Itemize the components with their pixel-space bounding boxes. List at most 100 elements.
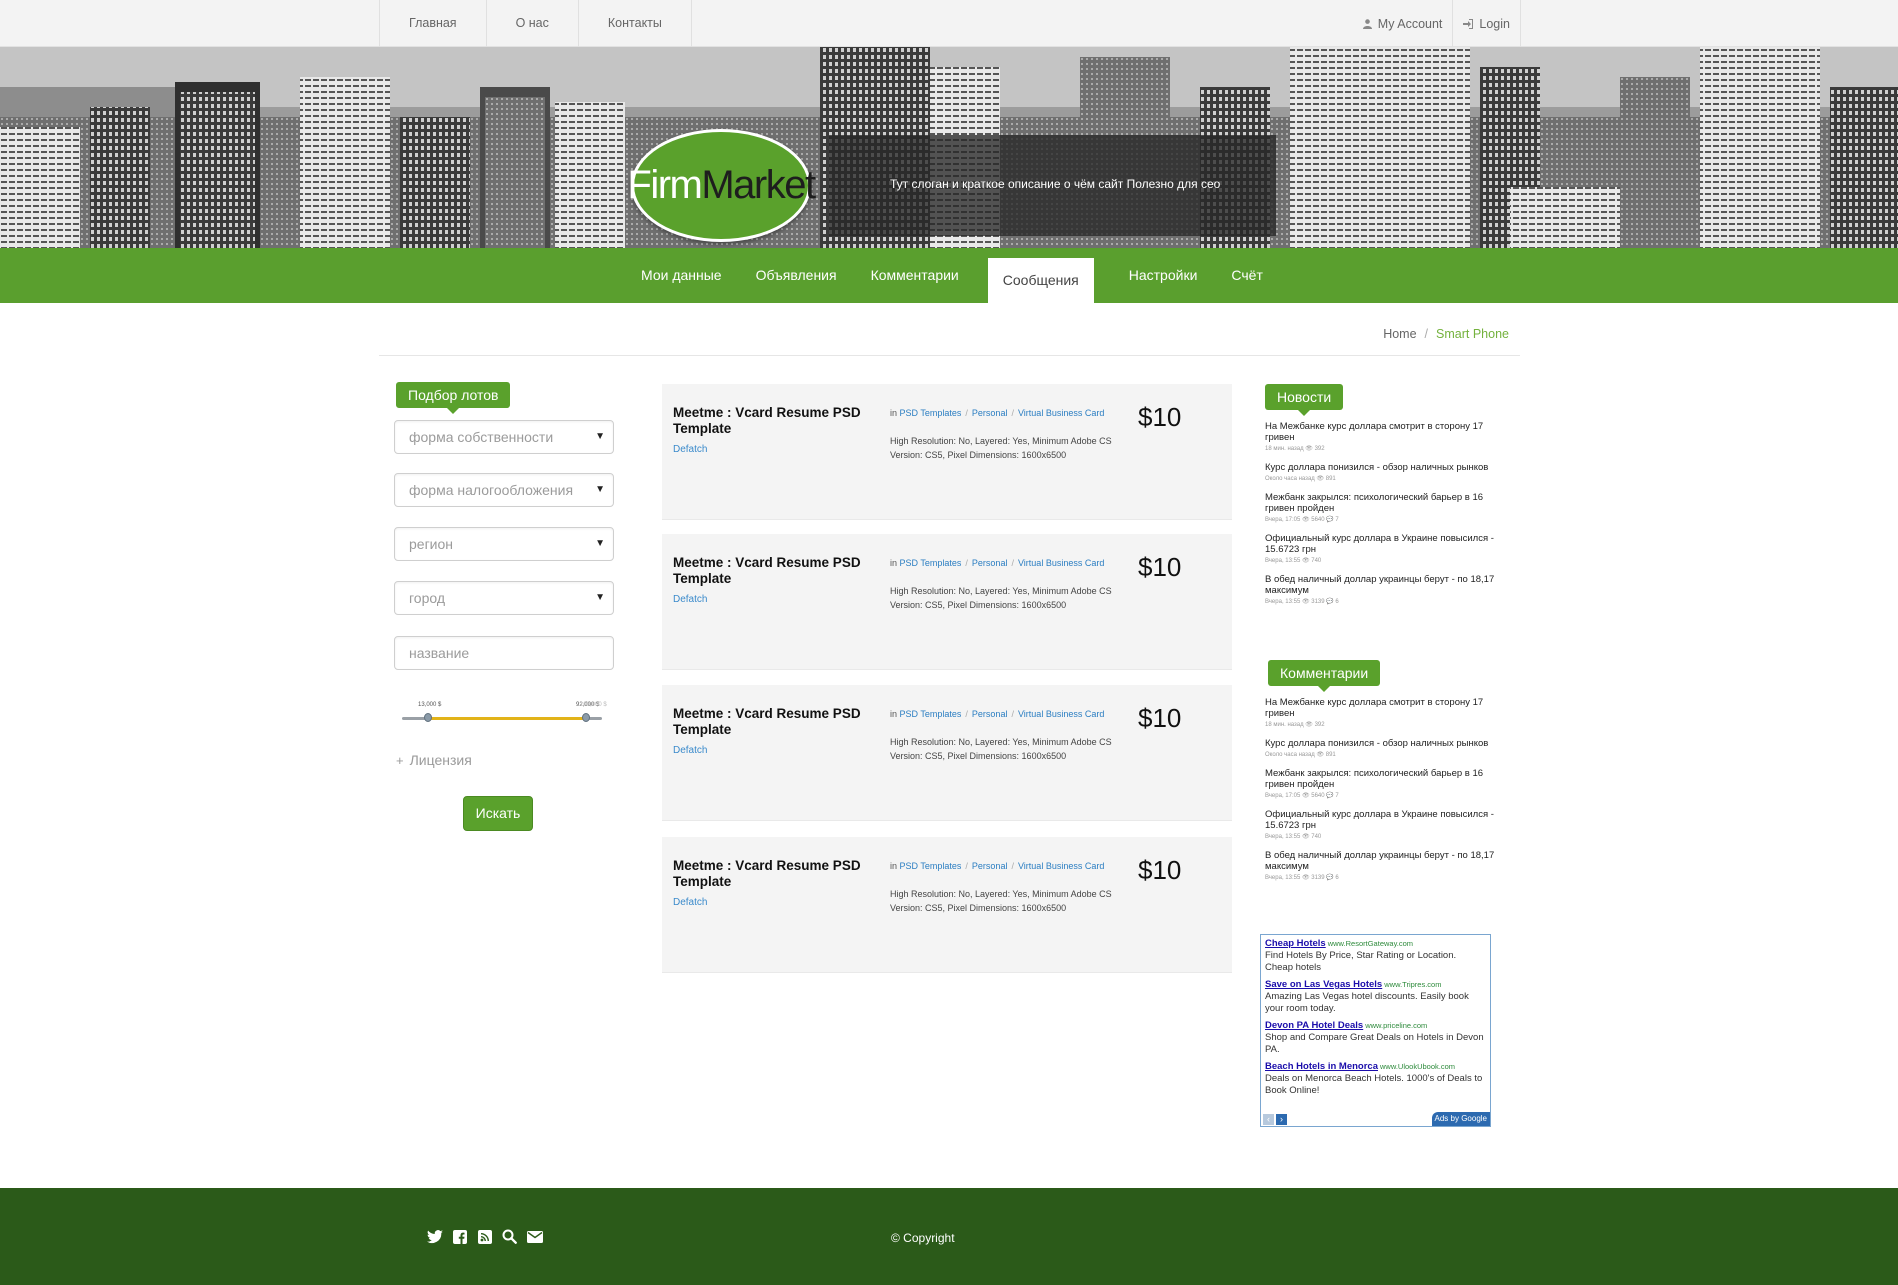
ad-text: Deals on Menorca Beach Hotels. 1000's of… bbox=[1265, 1073, 1483, 1096]
facebook-icon[interactable] bbox=[451, 1228, 468, 1245]
news-item[interactable]: Межбанк закрылся: психологический барьер… bbox=[1265, 492, 1505, 523]
listing-title[interactable]: Meetme : Vcard Resume PSD Template bbox=[673, 706, 878, 738]
nav-messages[interactable]: Сообщения bbox=[987, 258, 1094, 303]
ad-title[interactable]: Beach Hotels in Menorca bbox=[1265, 1061, 1378, 1072]
listing-author[interactable]: Defatch bbox=[673, 897, 707, 908]
slider-min-label: 13,000 $ bbox=[418, 702, 442, 708]
listing-title[interactable]: Meetme : Vcard Resume PSD Template bbox=[673, 405, 878, 437]
chevron-left-icon[interactable]: ‹ bbox=[1263, 1114, 1274, 1125]
chevron-right-icon[interactable]: › bbox=[1276, 1114, 1287, 1125]
comments-list: На Межбанке курс доллара смотрит в сторо… bbox=[1265, 697, 1505, 891]
search-button[interactable]: Искать bbox=[463, 796, 533, 831]
news-item[interactable]: Официальный курс доллара в Украине повыс… bbox=[1265, 533, 1505, 564]
city-select[interactable]: город ▼ bbox=[394, 581, 614, 615]
region-select[interactable]: регион ▼ bbox=[394, 527, 614, 561]
category-link[interactable]: PSD Templates bbox=[900, 709, 962, 719]
category-link[interactable]: Personal bbox=[972, 709, 1008, 719]
twitter-icon[interactable] bbox=[426, 1228, 443, 1245]
name-input[interactable]: название bbox=[394, 636, 614, 670]
site-logo[interactable]: FirmMarket bbox=[627, 129, 816, 242]
listing-author[interactable]: Defatch bbox=[673, 594, 707, 605]
listing-title[interactable]: Meetme : Vcard Resume PSD Template bbox=[673, 555, 878, 587]
listing-card[interactable]: Meetme : Vcard Resume PSD Template Defat… bbox=[662, 685, 1232, 821]
ad-item[interactable]: Cheap Hotels www.ResortGateway.com Find Ho… bbox=[1265, 938, 1486, 974]
nav-ads[interactable]: Объявления bbox=[739, 248, 854, 303]
slider-range-fill bbox=[428, 717, 586, 720]
comment-title[interactable]: Межбанк закрылся: психологический барьер… bbox=[1265, 768, 1505, 790]
taxation-select[interactable]: форма налогообложения ▼ bbox=[394, 473, 614, 507]
ownership-select-value: форма собственности bbox=[409, 429, 554, 445]
listing-author[interactable]: Defatch bbox=[673, 745, 707, 756]
ads-by-google[interactable]: Ads by Google bbox=[1431, 1112, 1490, 1126]
ad-title[interactable]: Save on Las Vegas Hotels bbox=[1265, 979, 1382, 990]
listing-title[interactable]: Meetme : Vcard Resume PSD Template bbox=[673, 858, 878, 890]
news-item[interactable]: В обед наличный доллар украинцы берут - … bbox=[1265, 574, 1505, 605]
comment-item[interactable]: В обед наличный доллар украинцы берут - … bbox=[1265, 850, 1505, 881]
ad-url[interactable]: www.ResortGateway.com bbox=[1328, 939, 1413, 948]
ad-item[interactable]: Save on Las Vegas Hotels www.Tripres.com A… bbox=[1265, 979, 1486, 1015]
comment-title[interactable]: На Межбанке курс доллара смотрит в сторо… bbox=[1265, 697, 1505, 719]
price-range-slider[interactable]: 13,000 $ 92,000 $ 100,000 $ bbox=[400, 702, 607, 732]
license-toggle[interactable]: + Лицензия bbox=[396, 752, 472, 768]
listing-author[interactable]: Defatch bbox=[673, 444, 707, 455]
ad-url[interactable]: www.priceline.com bbox=[1365, 1021, 1427, 1030]
category-link[interactable]: Virtual Business Card bbox=[1018, 709, 1104, 719]
breadcrumb-current: Smart Phone bbox=[1436, 327, 1509, 341]
logo-firm: Firm bbox=[627, 163, 702, 207]
listing-card[interactable]: Meetme : Vcard Resume PSD Template Defat… bbox=[662, 837, 1232, 973]
my-account-label: My Account bbox=[1377, 16, 1443, 31]
news-title[interactable]: На Межбанке курс доллара смотрит в сторо… bbox=[1265, 421, 1505, 443]
comment-item[interactable]: Официальный курс доллара в Украине повыс… bbox=[1265, 809, 1505, 840]
comment-item[interactable]: Межбанк закрылся: психологический барьер… bbox=[1265, 768, 1505, 799]
ad-item[interactable]: Devon PA Hotel Deals www.priceline.com Sho… bbox=[1265, 1020, 1486, 1056]
category-link[interactable]: Virtual Business Card bbox=[1018, 558, 1104, 568]
license-label: Лицензия bbox=[409, 752, 472, 768]
rss-icon[interactable] bbox=[476, 1228, 493, 1245]
search-icon[interactable] bbox=[501, 1228, 518, 1245]
listing-card[interactable]: Meetme : Vcard Resume PSD Template Defat… bbox=[662, 384, 1232, 520]
category-link[interactable]: PSD Templates bbox=[900, 408, 962, 418]
top-nav-about[interactable]: О нас bbox=[485, 0, 578, 47]
ad-title[interactable]: Cheap Hotels bbox=[1265, 938, 1326, 949]
category-link[interactable]: Virtual Business Card bbox=[1018, 861, 1104, 871]
nav-my-data[interactable]: Мои данные bbox=[624, 248, 739, 303]
mail-icon[interactable] bbox=[526, 1228, 543, 1245]
ownership-select[interactable]: форма собственности ▼ bbox=[394, 420, 614, 454]
news-title[interactable]: В обед наличный доллар украинцы берут - … bbox=[1265, 574, 1505, 596]
category-link[interactable]: PSD Templates bbox=[900, 861, 962, 871]
comment-title[interactable]: Курс доллара понизился - обзор наличных … bbox=[1265, 738, 1505, 749]
news-title[interactable]: Курс доллара понизился - обзор наличных … bbox=[1265, 462, 1505, 473]
top-nav-home[interactable]: Главная bbox=[379, 0, 486, 47]
news-heading: Новости bbox=[1265, 384, 1344, 416]
listing-card[interactable]: Meetme : Vcard Resume PSD Template Defat… bbox=[662, 534, 1232, 670]
nav-settings[interactable]: Настройки bbox=[1112, 248, 1215, 303]
category-link[interactable]: Personal bbox=[972, 408, 1008, 418]
news-title[interactable]: Официальный курс доллара в Украине повыс… bbox=[1265, 533, 1505, 555]
breadcrumb-home[interactable]: Home bbox=[1383, 327, 1416, 341]
login-link[interactable]: Login bbox=[1452, 0, 1521, 47]
news-title[interactable]: Межбанк закрылся: психологический барьер… bbox=[1265, 492, 1505, 514]
category-link[interactable]: PSD Templates bbox=[900, 558, 962, 568]
ad-item[interactable]: Beach Hotels in Menorca www.UlookUbook.co… bbox=[1265, 1061, 1486, 1097]
category-link[interactable]: Personal bbox=[972, 861, 1008, 871]
listing-description: High Resolution: No, Layered: Yes, Minim… bbox=[890, 436, 1112, 460]
nav-comments[interactable]: Комментарии bbox=[854, 248, 976, 303]
ad-title[interactable]: Devon PA Hotel Deals bbox=[1265, 1020, 1363, 1031]
slider-min-handle[interactable] bbox=[424, 713, 432, 722]
listing-description: High Resolution: No, Layered: Yes, Minim… bbox=[890, 586, 1112, 610]
slider-max-handle[interactable] bbox=[582, 713, 590, 722]
news-item[interactable]: Курс доллара понизился - обзор наличных … bbox=[1265, 462, 1505, 482]
category-link[interactable]: Virtual Business Card bbox=[1018, 408, 1104, 418]
comment-title[interactable]: Официальный курс доллара в Украине повыс… bbox=[1265, 809, 1505, 831]
category-link[interactable]: Personal bbox=[972, 558, 1008, 568]
breadcrumb: Home / Smart Phone bbox=[1383, 327, 1509, 341]
ad-url[interactable]: www.Tripres.com bbox=[1384, 980, 1441, 989]
top-nav-contacts[interactable]: Контакты bbox=[577, 0, 692, 47]
news-item[interactable]: На Межбанке курс доллара смотрит в сторо… bbox=[1265, 421, 1505, 452]
ad-url[interactable]: www.UlookUbook.com bbox=[1380, 1062, 1455, 1071]
comment-title[interactable]: В обед наличный доллар украинцы берут - … bbox=[1265, 850, 1505, 872]
nav-account[interactable]: Счёт bbox=[1214, 248, 1279, 303]
comment-item[interactable]: Курс доллара понизился - обзор наличных … bbox=[1265, 738, 1505, 758]
my-account-link[interactable]: My Account bbox=[1353, 0, 1453, 47]
comment-item[interactable]: На Межбанке курс доллара смотрит в сторо… bbox=[1265, 697, 1505, 728]
